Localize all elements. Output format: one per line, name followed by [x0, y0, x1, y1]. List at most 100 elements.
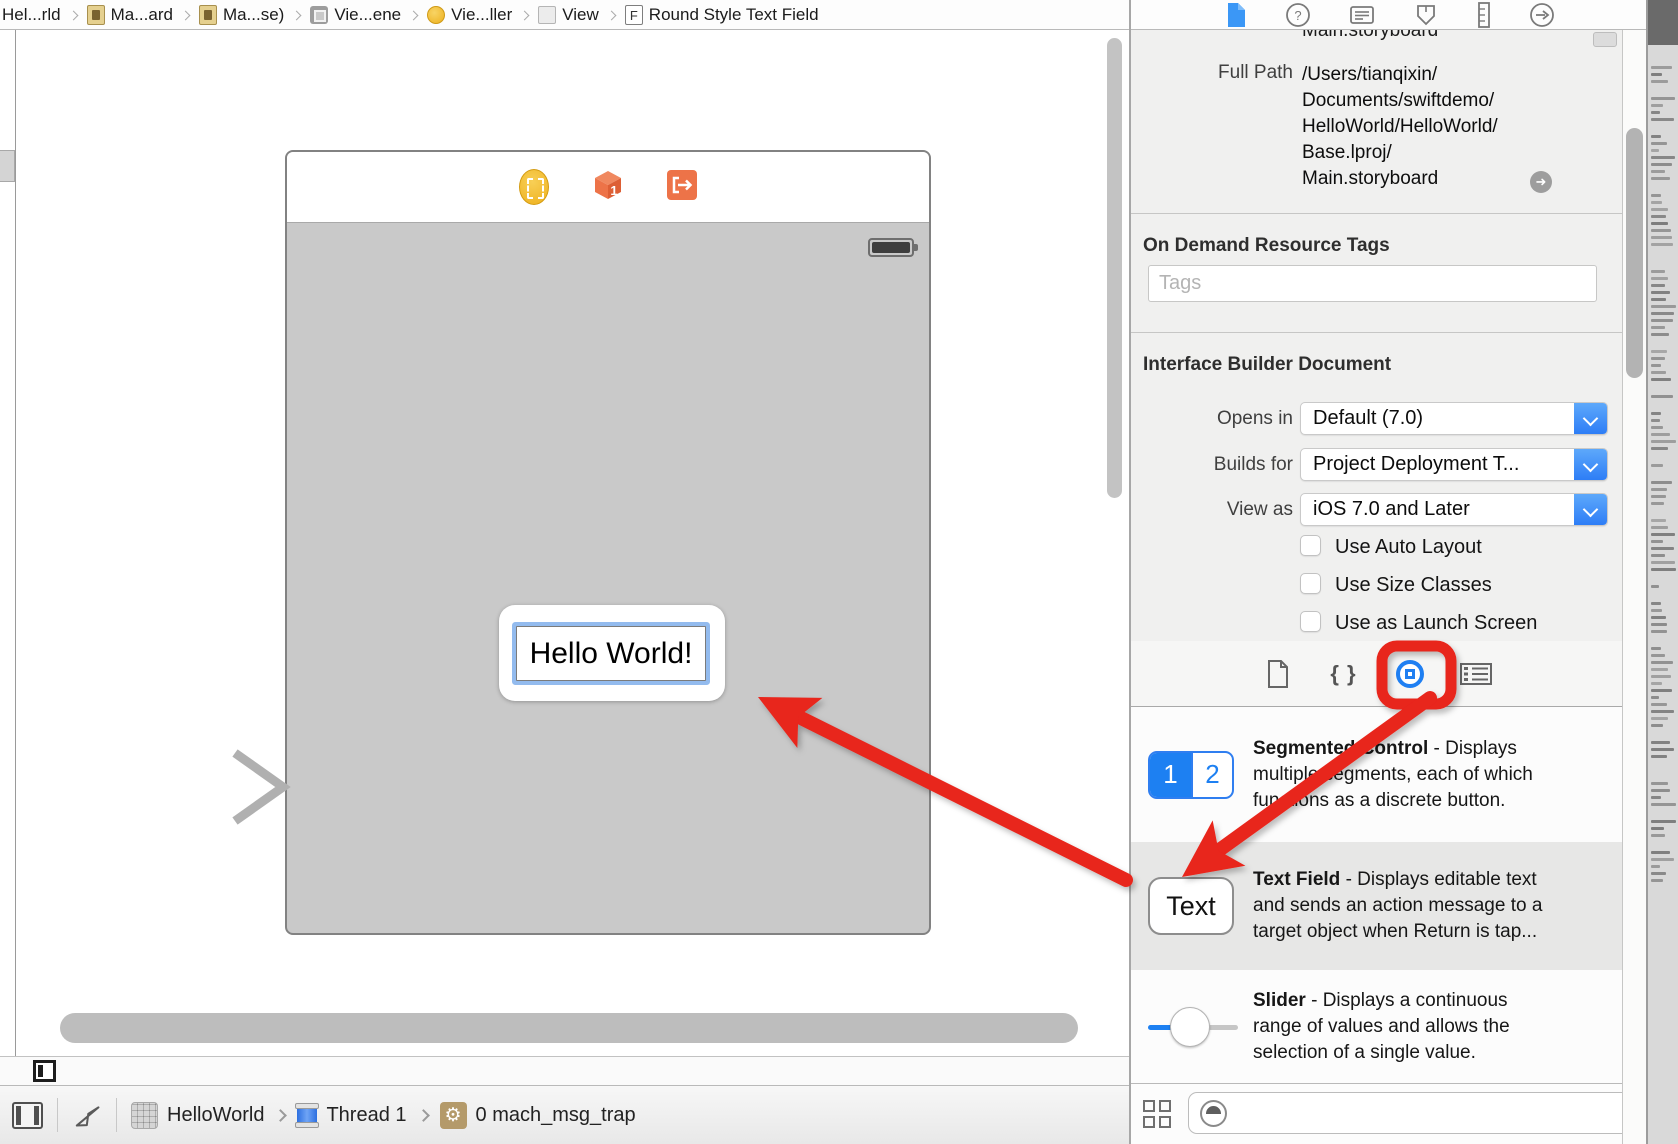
chevron-right-icon — [275, 1109, 288, 1122]
file-inspector-icon[interactable] — [1224, 2, 1248, 28]
debug-breadcrumb-thread[interactable]: Thread 1 — [326, 1104, 406, 1127]
tags-input[interactable] — [1148, 265, 1597, 302]
full-path-value: /Users/tianqixin/ Documents/swiftdemo/ H… — [1302, 62, 1498, 192]
use-size-classes-label: Use Size Classes — [1335, 574, 1492, 597]
text-field-f-icon: F — [625, 5, 643, 25]
navigator-splitter-handle[interactable] — [0, 150, 15, 182]
location-arrow-icon[interactable] — [72, 1097, 102, 1133]
jumpbar-label: View — [562, 5, 599, 25]
use-as-launch-screen-checkbox[interactable] — [1300, 611, 1321, 632]
use-as-launch-screen-label: Use as Launch Screen — [1335, 612, 1537, 635]
dropdown-chevron-icon — [1574, 402, 1608, 435]
jumpbar-item-round-style-text-field[interactable]: F Round Style Text Field — [625, 5, 819, 25]
jumpbar-label: Round Style Text Field — [649, 5, 819, 25]
opens-in-dropdown[interactable]: Default (7.0) — [1300, 402, 1608, 435]
battery-icon — [868, 238, 914, 257]
canvas-bottom-strip — [0, 1057, 1129, 1085]
reveal-path-arrow-icon[interactable]: ➜ — [1530, 171, 1552, 193]
canvas-left-border — [15, 30, 16, 1056]
jumpbar-item-view-controller-scene[interactable]: Vie...ene — [310, 5, 401, 25]
segmented-control-icon: 12 — [1148, 751, 1234, 799]
library-search-field[interactable] — [1188, 1092, 1622, 1134]
size-inspector-icon[interactable] — [1476, 2, 1492, 28]
chevron-right-icon — [409, 10, 419, 20]
view-as-label: View as — [1131, 499, 1293, 521]
dropdown-chevron-icon — [1574, 493, 1608, 526]
debug-breadcrumb-target[interactable]: HelloWorld — [167, 1104, 264, 1127]
separator — [116, 1098, 117, 1132]
opens-in-label: Opens in — [1131, 408, 1293, 430]
attributes-inspector-icon[interactable] — [1413, 2, 1439, 28]
debug-area-toggle-icon[interactable] — [12, 1102, 43, 1129]
quick-help-icon[interactable]: ? — [1285, 2, 1311, 28]
scene-dock: 1 — [287, 152, 929, 223]
exit-icon[interactable] — [667, 170, 697, 205]
webpage-text-lines — [1651, 56, 1677, 886]
library-item-description: Text Field - Displays editable text and … — [1253, 867, 1553, 945]
identity-inspector-icon[interactable] — [1348, 2, 1376, 28]
use-size-classes-checkbox[interactable] — [1300, 573, 1321, 594]
library-bottom-bar — [1131, 1083, 1622, 1144]
object-library-tab[interactable] — [1393, 657, 1427, 691]
jumpbar-label: Ma...se) — [223, 5, 284, 25]
connections-inspector-icon[interactable] — [1529, 2, 1555, 28]
gear-icon: ⚙ — [440, 1102, 467, 1129]
jumpbar-item-main-storyboard[interactable]: Ma...ard — [87, 5, 173, 25]
view-controller-icon[interactable] — [519, 169, 549, 205]
editor-inspector-divider[interactable] — [1129, 0, 1131, 1144]
hello-world-text-field[interactable]: Hello World! — [516, 626, 706, 681]
debug-breadcrumb-frame[interactable]: 0 mach_msg_trap — [476, 1104, 636, 1127]
inspector-scrollbar[interactable] — [1626, 128, 1643, 378]
view-icon — [538, 6, 556, 24]
chevron-right-icon — [417, 1109, 430, 1122]
chevron-right-icon — [606, 10, 616, 20]
library-search-input[interactable] — [1237, 1093, 1617, 1133]
storyboard-canvas[interactable]: 1 Hello World! — [0, 30, 1129, 1085]
library-item-description: Slider - Displays a continuous range of … — [1253, 988, 1553, 1066]
view-as-dropdown[interactable]: iOS 7.0 and Later — [1300, 493, 1608, 526]
inspector-toolbar: ? — [1131, 0, 1647, 30]
media-library-tab[interactable] — [1459, 657, 1493, 691]
grid-view-toggle-icon[interactable] — [1143, 1100, 1172, 1129]
code-snippet-library-tab[interactable]: { } — [1327, 657, 1361, 691]
use-auto-layout-checkbox[interactable] — [1300, 535, 1321, 556]
library-item-text-field[interactable]: Text Text Field - Displays editable text… — [1131, 842, 1622, 970]
jumpbar-label: Vie...ller — [451, 5, 512, 25]
interface-builder-document-header: Interface Builder Document — [1143, 354, 1391, 376]
library-item-slider[interactable]: Slider - Displays a continuous range of … — [1131, 970, 1622, 1083]
jumpbar-item-view[interactable]: View — [538, 5, 599, 25]
jumpbar-item-view-controller[interactable]: Vie...ller — [427, 5, 512, 25]
dropdown-chevron-icon — [1574, 448, 1608, 481]
text-field-icon: Text — [1148, 877, 1234, 935]
view-controller-icon — [427, 6, 445, 24]
file-template-library-tab[interactable] — [1261, 657, 1295, 691]
file-name-value: Main.storyboard — [1302, 30, 1438, 42]
app-target-icon — [131, 1102, 158, 1129]
thread-spool-icon — [297, 1103, 317, 1128]
text-field-value: Hello World! — [530, 637, 693, 671]
on-demand-resource-tags-header: On Demand Resource Tags — [1143, 235, 1390, 257]
first-responder-icon[interactable]: 1 — [593, 170, 623, 205]
jumpbar-label: Ma...ard — [111, 5, 173, 25]
jumpbar-label: Vie...ene — [334, 5, 401, 25]
full-path-label: Full Path — [1131, 62, 1293, 84]
jumpbar-item-main-storyboard-base[interactable]: Ma...se) — [199, 5, 284, 25]
vertical-scrollbar[interactable] — [1107, 38, 1122, 498]
chevron-right-icon — [520, 10, 530, 20]
document-outline-toggle-icon[interactable] — [33, 1060, 56, 1082]
chevron-right-icon — [292, 10, 302, 20]
object-library-icon — [1396, 660, 1424, 688]
separator — [57, 1098, 58, 1132]
dragged-text-field-container[interactable]: Hello World! — [499, 605, 725, 701]
file-inspector-panel: Main.storyboard Full Path /Users/tianqix… — [1131, 30, 1622, 1144]
builds-for-dropdown[interactable]: Project Deployment T... — [1300, 448, 1608, 481]
storyboard-doc-icon — [199, 5, 217, 25]
horizontal-scrollbar[interactable] — [60, 1013, 1078, 1043]
library-item-segmented-control[interactable]: 12 Segmented Control - Displays multiple… — [1131, 707, 1622, 842]
section-divider — [1131, 332, 1622, 333]
jumpbar-item-helloworld[interactable]: Hel...rld — [2, 5, 61, 25]
view-controller-scene[interactable]: 1 Hello World! — [285, 150, 931, 935]
section-divider — [1131, 213, 1622, 214]
debug-bar: HelloWorld Thread 1 ⚙ 0 mach_msg_trap — [0, 1085, 1129, 1144]
xcode-window: Hel...rld Ma...ard Ma...se) Vie...ene Vi… — [0, 0, 1678, 1144]
